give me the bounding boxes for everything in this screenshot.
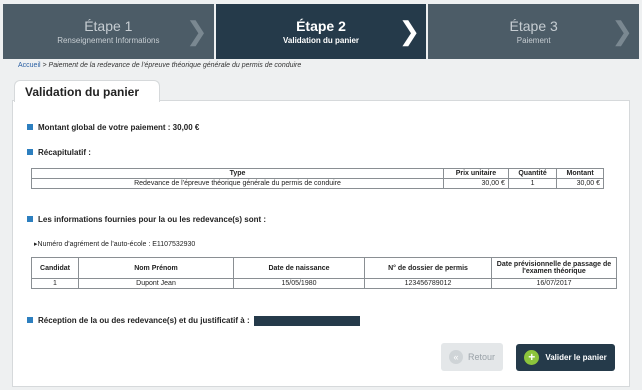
chevron-right-icon: ❯	[611, 16, 634, 46]
progress-steps: Étape 1 Renseignement Informations ❯ Éta…	[3, 4, 640, 59]
col-exam-date: Date prévisionnelle de passage de l'exam…	[491, 257, 617, 279]
col-file-number: N° de dossier de permis	[364, 257, 492, 279]
agrement-number: ▸Numéro d'agrément de l'auto-école : E11…	[34, 240, 195, 248]
step-2-subtitle: Validation du panier	[283, 36, 360, 45]
cell-file-number: 123456789012	[364, 278, 492, 289]
col-name: Nom Prénom	[78, 257, 234, 279]
back-button[interactable]: « Retour	[441, 343, 503, 371]
bullet-square-icon	[27, 124, 33, 130]
cell-birthdate: 15/05/1980	[233, 278, 365, 289]
breadcrumb-path: > Paiement de la redevance de l'épreuve …	[40, 62, 302, 69]
col-candidate: Candidat	[31, 257, 79, 279]
amount-text: Montant global de votre paiement : 30,00…	[38, 123, 200, 132]
step-2: Étape 2 Validation du panier ❯	[215, 4, 427, 59]
breadcrumb: Accueil > Paiement de la redevance de l'…	[18, 62, 301, 69]
breadcrumb-home-link[interactable]: Accueil	[18, 62, 41, 69]
reception-heading: Réception de la ou des redevance(s) et d…	[27, 316, 360, 326]
col-type: Type	[31, 168, 444, 179]
validate-button-label: Valider le panier	[545, 353, 607, 362]
plus-circle-icon: +	[524, 350, 540, 365]
col-quantity: Quantité	[507, 168, 558, 179]
cell-unit-price: 30,00 €	[443, 178, 509, 189]
col-unit-price: Prix unitaire	[443, 168, 509, 179]
back-button-label: Retour	[467, 352, 495, 362]
redacted-address	[253, 316, 360, 326]
summary-table: Type Prix unitaire Quantité Montant Rede…	[31, 168, 604, 189]
step-1-title: Étape 1	[84, 18, 133, 34]
table-header-row: Candidat Nom Prénom Date de naissance N°…	[31, 257, 617, 279]
candidates-table: Candidat Nom Prénom Date de naissance N°…	[31, 257, 617, 289]
double-chevron-left-icon: «	[448, 350, 463, 364]
summary-heading: Récapitulatif :	[27, 148, 91, 157]
info-heading: Les informations fournies pour la ou les…	[27, 215, 266, 224]
chevron-right-icon: ❯	[185, 16, 208, 46]
bullet-square-icon	[27, 149, 33, 155]
validate-cart-button[interactable]: + Valider le panier	[516, 344, 615, 371]
cell-exam-date: 16/07/2017	[491, 278, 617, 289]
table-row: Redevance de l'épreuve théorique général…	[31, 178, 604, 189]
amount-heading: Montant global de votre paiement : 30,00…	[27, 123, 199, 132]
table-header-row: Type Prix unitaire Quantité Montant	[31, 168, 604, 179]
step-1: Étape 1 Renseignement Informations ❯	[3, 4, 214, 59]
col-birthdate: Date de naissance	[233, 257, 365, 279]
info-text: Les informations fournies pour la ou les…	[38, 215, 267, 224]
step-3-subtitle: Paiement	[516, 36, 551, 45]
col-amount: Montant	[556, 168, 604, 179]
agrement-text: Numéro d'agrément de l'auto-école : E110…	[37, 241, 196, 248]
bullet-square-icon	[27, 317, 33, 324]
step-1-subtitle: Renseignement Informations	[57, 36, 160, 45]
bullet-square-icon	[27, 216, 33, 222]
chevron-right-icon: ❯	[398, 16, 421, 46]
cell-amount: 30,00 €	[556, 178, 604, 189]
table-row: 1 Dupont Jean 15/05/1980 123456789012 16…	[31, 278, 617, 289]
step-2-title: Étape 2	[296, 18, 346, 34]
reception-text: Réception de la ou des redevance(s) et d…	[38, 316, 250, 326]
cell-type: Redevance de l'épreuve théorique général…	[31, 178, 444, 189]
cell-quantity: 1	[507, 178, 558, 189]
cell-candidate: 1	[31, 278, 79, 289]
summary-text: Récapitulatif :	[38, 148, 91, 157]
page-title-tab: Validation du panier	[14, 80, 160, 102]
cell-name: Dupont Jean	[78, 278, 234, 289]
step-3: Étape 3 Paiement ❯	[428, 4, 640, 59]
step-3-title: Étape 3	[509, 18, 558, 34]
